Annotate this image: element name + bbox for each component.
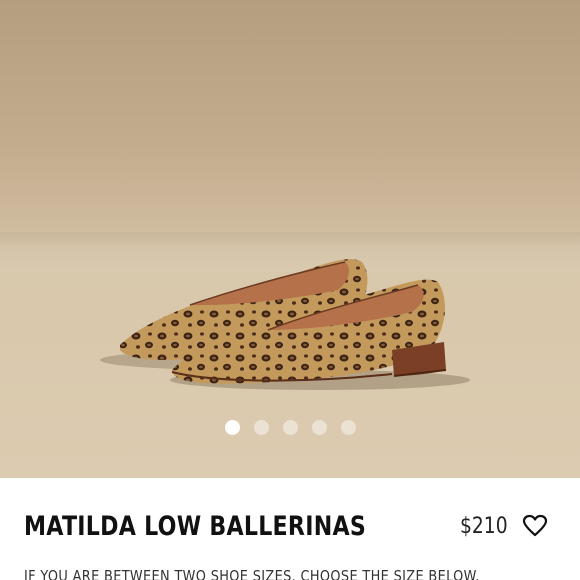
carousel-dot-4[interactable] (311, 420, 327, 435)
carousel-dot-3[interactable] (282, 420, 298, 435)
product-image-shoes (100, 259, 470, 390)
product-page: MATILDA LOW BALLERINAS $210 IF YOU ARE B… (0, 0, 580, 580)
size-advice-text: IF YOU ARE BETWEEN TWO SHOE SIZES, CHOOS… (24, 566, 580, 580)
carousel-dot-2[interactable] (253, 420, 269, 435)
size-advice-label: IF YOU ARE BETWEEN TWO SHOE SIZES, CHOOS… (24, 567, 480, 580)
product-price: $210 (460, 514, 508, 539)
product-image-carousel[interactable] (0, 0, 580, 478)
heart-icon[interactable] (522, 514, 548, 538)
carousel-dot-1[interactable] (224, 420, 240, 435)
carousel-pagination (0, 420, 580, 436)
product-title: MATILDA LOW BALLERINAS (24, 511, 367, 542)
product-info: MATILDA LOW BALLERINAS $210 IF YOU ARE B… (0, 478, 580, 580)
carousel-dot-5[interactable] (340, 420, 356, 435)
